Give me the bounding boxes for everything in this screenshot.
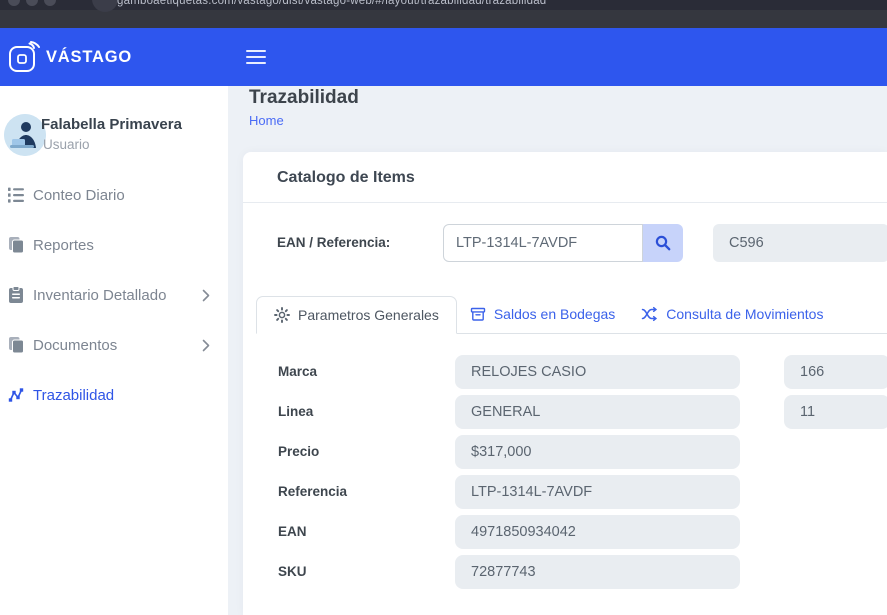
- field-label: Marca: [278, 355, 317, 389]
- tab-bar: Parametros Generales Saldos en Bodegas: [256, 295, 887, 334]
- field-row-marca: Marca RELOJES CASIO 166: [243, 355, 887, 389]
- user-role: Usuario: [43, 137, 90, 152]
- breadcrumb-home-link[interactable]: Home: [249, 113, 284, 128]
- tab-label: Saldos en Bodegas: [494, 306, 615, 322]
- main-content: Trazabilidad Home Catalogo de Items EAN …: [228, 86, 887, 615]
- sidebar-item-label: Reportes: [33, 237, 94, 254]
- field-row-sku: SKU 72877743: [243, 555, 887, 589]
- address-bar[interactable]: gamboaetiquetas.com/vastago/dist/vastago…: [117, 0, 546, 7]
- field-label: EAN: [278, 515, 307, 549]
- browser-forward-icon[interactable]: [26, 0, 38, 6]
- rfid-tag-icon: [8, 41, 44, 73]
- ean-referencia-input[interactable]: [443, 224, 643, 262]
- sidebar-item-conteo-diario[interactable]: Conteo Diario: [0, 170, 228, 220]
- user-avatar: [4, 114, 46, 156]
- gear-icon: [274, 307, 290, 323]
- brand-name[interactable]: VÁSTAGO: [46, 48, 132, 67]
- app-header: VÁSTAGO: [0, 28, 887, 86]
- tab-parametros-generales[interactable]: Parametros Generales: [256, 296, 457, 334]
- field-row-referencia: Referencia LTP-1314L-7AVDF: [243, 475, 887, 509]
- clipboard-icon: [6, 286, 26, 304]
- documents-icon: [6, 336, 26, 354]
- network-icon: [6, 386, 26, 404]
- field-label: Precio: [278, 435, 319, 469]
- field-row-ean: EAN 4971850934042: [243, 515, 887, 549]
- browser-back-icon[interactable]: [8, 0, 20, 6]
- field-value: GENERAL: [455, 395, 740, 429]
- sidebar-item-reportes[interactable]: Reportes: [0, 220, 228, 270]
- archive-icon: [470, 306, 486, 322]
- sidebar-menu: Conteo Diario Reportes Inventario De: [0, 170, 228, 420]
- hamburger-icon[interactable]: [246, 50, 266, 68]
- sidebar-item-label: Inventario Detallado: [33, 287, 166, 304]
- item-code-field: C596: [713, 224, 887, 262]
- browser-bar: gamboaetiquetas.com/vastago/dist/vastago…: [0, 0, 887, 28]
- user-name: Falabella Primavera: [41, 116, 182, 133]
- ean-referencia-label: EAN / Referencia:: [277, 224, 390, 262]
- catalog-card: Catalogo de Items EAN / Referencia: C596: [243, 152, 887, 615]
- search-button[interactable]: [643, 224, 683, 262]
- field-label: SKU: [278, 555, 307, 589]
- page-title: Trazabilidad: [249, 87, 359, 109]
- field-value: RELOJES CASIO: [455, 355, 740, 389]
- user-block: Falabella Primavera Usuario: [0, 112, 228, 168]
- tab-saldos-en-bodegas[interactable]: Saldos en Bodegas: [457, 295, 628, 333]
- shuffle-icon: [641, 306, 658, 322]
- field-row-precio: Precio $317,000: [243, 435, 887, 469]
- sidebar-item-inventario-detallado[interactable]: Inventario Detallado: [0, 270, 228, 320]
- search-icon: [654, 234, 672, 252]
- sidebar-item-documentos[interactable]: Documentos: [0, 320, 228, 370]
- sidebar: Falabella Primavera Usuario Conteo Diari…: [0, 86, 229, 615]
- field-label: Linea: [278, 395, 313, 429]
- card-title: Catalogo de Items: [243, 152, 887, 203]
- tab-label: Consulta de Movimientos: [666, 306, 823, 322]
- field-row-linea: Linea GENERAL 11: [243, 395, 887, 429]
- numbered-list-icon: [6, 186, 26, 204]
- browser-site-icon: [92, 0, 118, 12]
- field-value: 72877743: [455, 555, 740, 589]
- sidebar-item-label: Documentos: [33, 337, 117, 354]
- sidebar-item-label: Trazabilidad: [33, 387, 114, 404]
- chevron-right-icon: [202, 289, 210, 302]
- field-value: 4971850934042: [455, 515, 740, 549]
- documents-icon: [6, 236, 26, 254]
- field-extra-value: 166: [784, 355, 887, 389]
- field-value: LTP-1314L-7AVDF: [455, 475, 740, 509]
- tab-consulta-de-movimientos[interactable]: Consulta de Movimientos: [628, 295, 836, 333]
- search-row: EAN / Referencia: C596: [243, 224, 887, 262]
- chevron-right-icon: [202, 339, 210, 352]
- browser-reload-icon[interactable]: [44, 0, 56, 6]
- tab-label: Parametros Generales: [298, 307, 439, 323]
- field-label: Referencia: [278, 475, 347, 509]
- sidebar-item-label: Conteo Diario: [33, 187, 125, 204]
- field-value: $317,000: [455, 435, 740, 469]
- sidebar-item-trazabilidad[interactable]: Trazabilidad: [0, 370, 228, 420]
- field-extra-value: 11: [784, 395, 887, 429]
- parameters-form: Marca RELOJES CASIO 166 Linea GENERAL 11…: [243, 355, 887, 595]
